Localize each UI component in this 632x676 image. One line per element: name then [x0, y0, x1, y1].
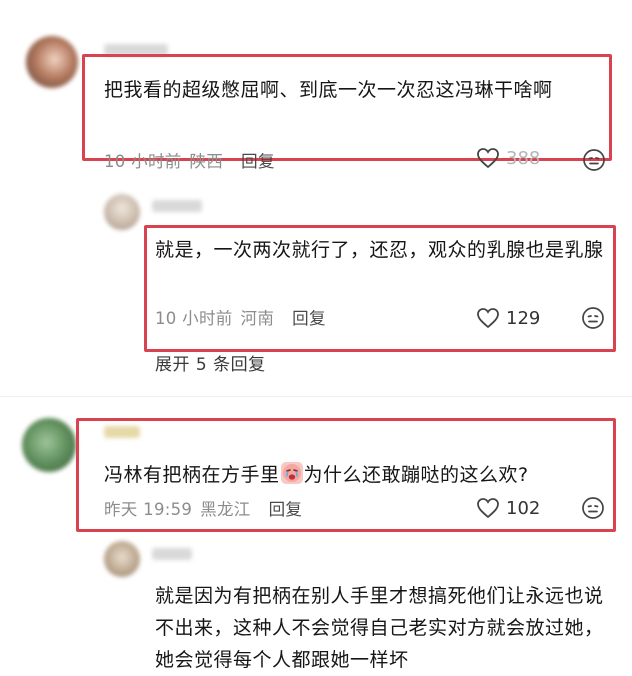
- username[interactable]: [152, 548, 192, 560]
- comment-meta: 昨天 19:59 黑龙江 回复: [104, 496, 302, 520]
- avatar[interactable]: [22, 418, 76, 472]
- comment-region: 黑龙江: [200, 500, 251, 519]
- dislike-face-icon[interactable]: [581, 306, 605, 330]
- like-button[interactable]: 102: [476, 497, 540, 519]
- avatar[interactable]: [104, 194, 140, 230]
- dislike-face-icon[interactable]: [582, 148, 606, 172]
- like-count: 388: [506, 147, 541, 169]
- comment-time: 10 小时前: [104, 152, 182, 171]
- comment-meta: 10 小时前 陕西 回复: [104, 148, 275, 172]
- comment-text: 冯林有把柄在方手里 为什么还敢蹦哒的这么欢?: [104, 459, 604, 491]
- reply-button[interactable]: 回复: [269, 500, 303, 519]
- like-count: 102: [506, 497, 541, 519]
- like-button[interactable]: 388: [476, 147, 540, 169]
- comment-text-part: 为什么还敢蹦哒的这么欢?: [303, 464, 529, 486]
- comment-time: 10 小时前: [155, 309, 233, 328]
- comment-text-part: 冯林有把柄在方手里: [104, 464, 280, 486]
- crying-face-emoji: [280, 462, 303, 484]
- heart-icon: [477, 148, 499, 169]
- comment-meta: 10 小时前 河南 回复: [155, 305, 326, 329]
- username[interactable]: [152, 200, 202, 212]
- like-count: 129: [506, 307, 541, 329]
- heart-icon: [477, 308, 499, 329]
- reply-button[interactable]: 回复: [241, 152, 275, 171]
- comment-region: 陕西: [189, 152, 224, 171]
- comment-time: 昨天 19:59: [104, 500, 193, 519]
- divider: [0, 396, 632, 397]
- heart-icon: [477, 498, 499, 519]
- comment-text: 把我看的超级憋屈啊、到底一次一次忍这冯琳干啥啊: [104, 79, 553, 101]
- reply-button[interactable]: 回复: [292, 309, 326, 328]
- comment-region: 河南: [240, 309, 275, 328]
- dislike-face-icon[interactable]: [581, 496, 605, 520]
- highlight-box: [82, 54, 612, 161]
- like-button[interactable]: 129: [476, 307, 540, 329]
- avatar[interactable]: [26, 36, 78, 88]
- comment-text: 就是因为有把柄在别人手里才想搞死他们让永远也说不出来，这种人不会觉得自己老实对方…: [155, 585, 604, 671]
- expand-replies-button[interactable]: 展开 5 条回复: [155, 350, 266, 375]
- comment-text: 就是，一次两次就行了，还忍，观众的乳腺也是乳腺: [155, 239, 604, 261]
- avatar[interactable]: [104, 541, 140, 577]
